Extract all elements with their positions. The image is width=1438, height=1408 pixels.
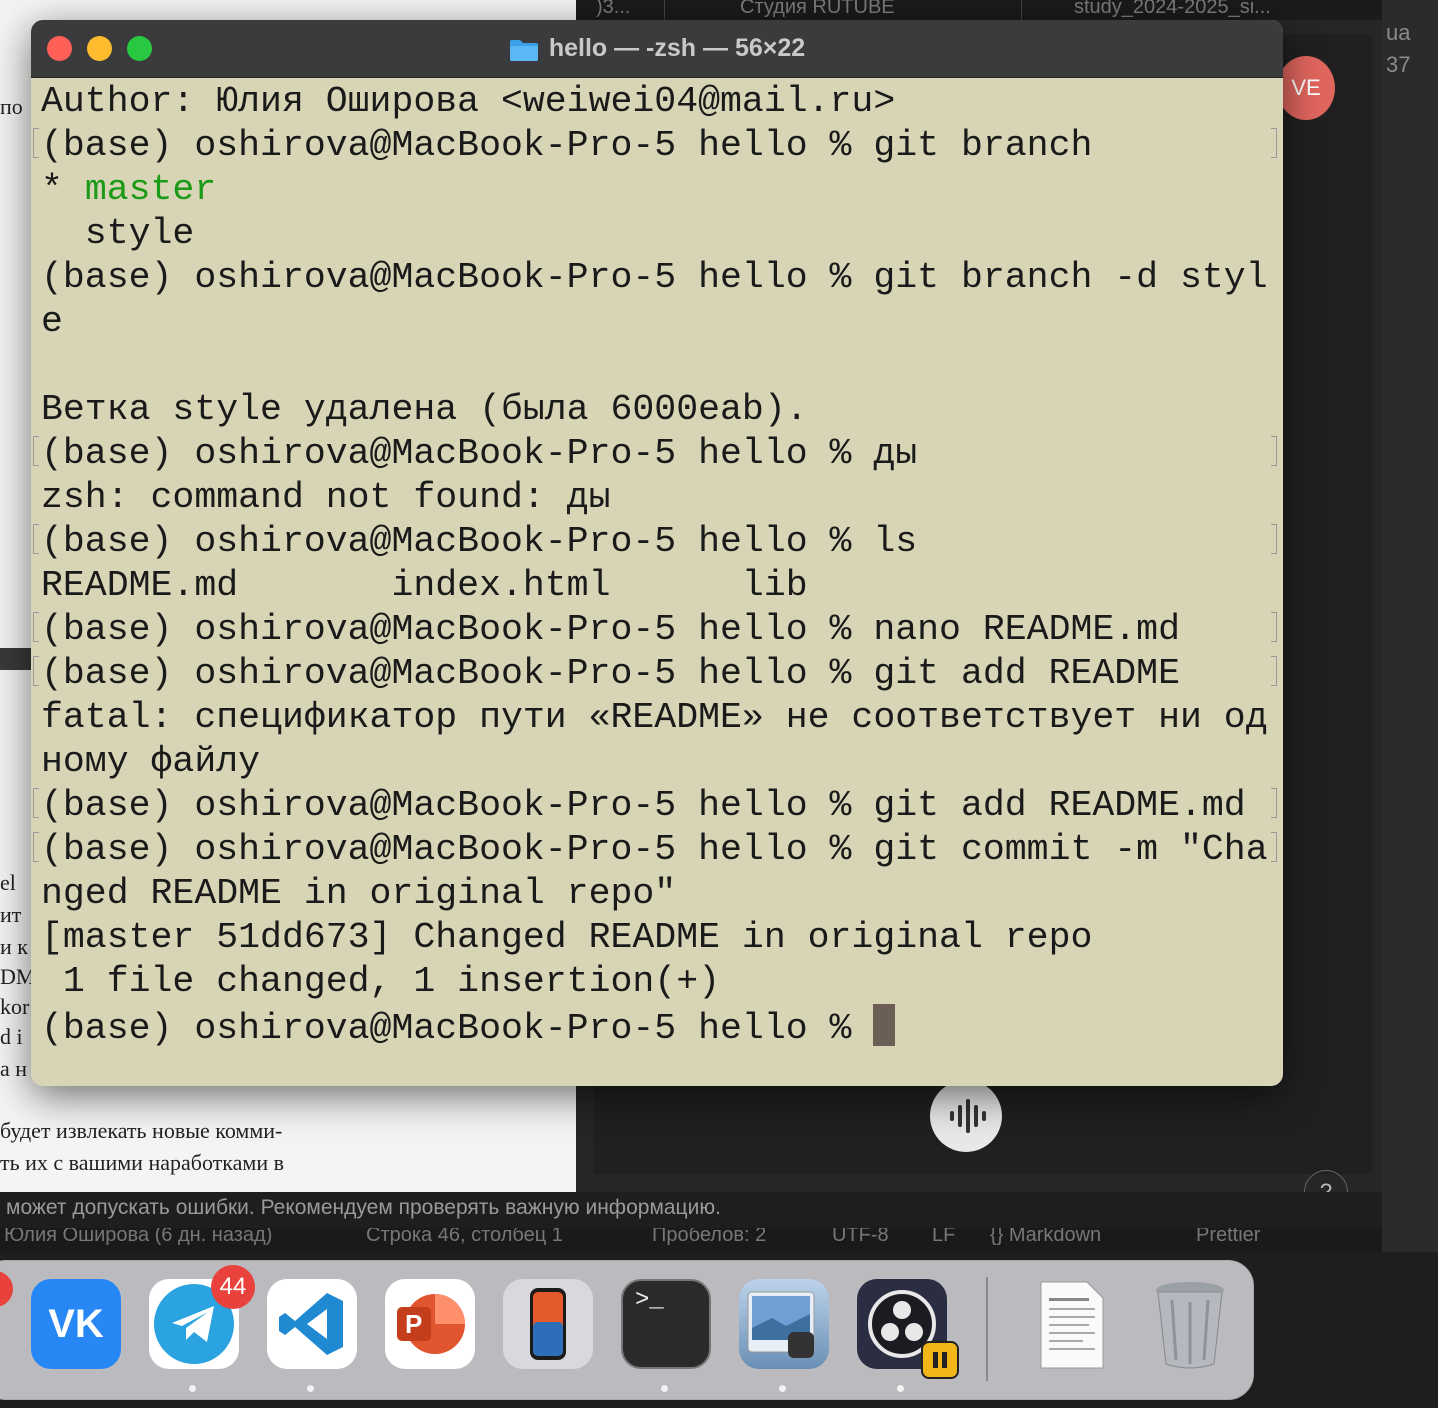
dock-document[interactable]: [1027, 1279, 1117, 1369]
browser-tab-github[interactable]: study_2024-2025_si...: [1074, 0, 1271, 19]
terminal-title-text: hello — -zsh — 56×22: [548, 34, 806, 62]
dock: VK 44 P >_: [0, 1260, 1254, 1400]
running-indicator: [779, 1385, 786, 1392]
partial-badge: [0, 1271, 13, 1307]
tab-separator: [664, 0, 665, 20]
status-encoding[interactable]: UTF-8: [832, 1228, 889, 1245]
running-indicator: [897, 1385, 904, 1392]
terminal-line: style: [41, 213, 195, 254]
edge-text: 37: [1386, 52, 1411, 77]
document-icon: [1040, 1281, 1104, 1369]
status-spaces[interactable]: Пробелов: 2: [652, 1228, 766, 1245]
doc-text-line: ть их с вашими наработками в: [0, 1150, 284, 1175]
dock-trash[interactable]: [1145, 1279, 1235, 1369]
running-indicator: [307, 1385, 314, 1392]
terminal-line: e: [41, 301, 63, 342]
text-cursor: [873, 1004, 896, 1046]
trash-icon: [1156, 1282, 1224, 1369]
doc-fragment: el: [0, 870, 16, 895]
browser-tab-rutube[interactable]: Студия RUTUBE: [740, 0, 895, 19]
terminal-title: hello — -zsh — 56×22: [31, 20, 1283, 77]
terminal-line: * master: [41, 169, 217, 210]
terminal-line: zsh: command not found: ды: [41, 477, 611, 518]
waveform-icon: [950, 1099, 986, 1133]
status-position[interactable]: Строка 46, столбец 1: [366, 1228, 563, 1245]
dock-preview[interactable]: [739, 1279, 829, 1369]
dock-vscode[interactable]: [267, 1279, 357, 1369]
voice-input-button[interactable]: [930, 1080, 1002, 1152]
terminal-line: (base) oshirova@MacBook-Pro-5 hello % ды: [33, 432, 1277, 476]
vscode-icon: [279, 1293, 343, 1355]
terminal-prompt-line[interactable]: (base) oshirova@MacBook-Pro-5 hello %: [41, 1004, 1273, 1049]
editor-status-bar: Юлия Оширова (6 дн. назад) Строка 46, ст…: [0, 1228, 1382, 1252]
terminal-line: Author: Юлия Оширова <weiwei04@mail.ru>: [41, 81, 896, 122]
tab-separator: [1021, 0, 1022, 20]
terminal-line: nged README in original repo": [41, 873, 677, 914]
terminal-line: README.md index.html lib: [41, 565, 808, 606]
running-indicator: [189, 1385, 196, 1392]
doc-fragment: d i: [0, 1024, 23, 1049]
folder-icon: [509, 38, 539, 61]
status-language[interactable]: {} Markdown: [990, 1228, 1101, 1245]
doc-fragment: по: [0, 94, 23, 119]
terminal-line: (base) oshirova@MacBook-Pro-5 hello % ls: [33, 520, 1277, 564]
dock-iphone-mirroring[interactable]: [503, 1279, 593, 1369]
status-author: Юлия Оширова (6 дн. назад): [4, 1228, 273, 1246]
terminal-output[interactable]: Author: Юлия Оширова <weiwei04@mail.ru> …: [33, 80, 1277, 1049]
dock-telegram[interactable]: 44: [149, 1265, 255, 1369]
dock-obs[interactable]: [857, 1279, 959, 1379]
avatar[interactable]: VE: [1277, 56, 1335, 120]
terminal-icon: >_: [635, 1287, 664, 1314]
terminal-line: (base) oshirova@MacBook-Pro-5 hello % gi…: [33, 784, 1277, 828]
status-prettier[interactable]: Prettier: [1196, 1228, 1260, 1245]
dock-separator: [986, 1277, 988, 1381]
terminal-line: [master 51dd673] Changed README in origi…: [41, 917, 1093, 958]
terminal-line: Ветка style удалена (была 6000eab).: [41, 389, 808, 430]
terminal-titlebar[interactable]: hello — -zsh — 56×22: [31, 20, 1283, 78]
svg-text:P: P: [405, 1309, 422, 1339]
notification-badge: 44: [211, 1265, 255, 1309]
pause-icon: [921, 1341, 959, 1379]
doc-fragment: а н: [0, 1056, 28, 1081]
browser-tab[interactable]: )3...: [596, 0, 630, 19]
dock-powerpoint[interactable]: P: [385, 1279, 475, 1369]
edge-text: ua: [1386, 20, 1411, 45]
iphone-icon: [530, 1288, 566, 1360]
doc-text-line: будет извлекать новые комми-: [0, 1118, 283, 1143]
status-eol[interactable]: LF: [932, 1228, 955, 1245]
terminal-line: (base) oshirova@MacBook-Pro-5 hello % gi…: [33, 124, 1277, 168]
terminal-line: (base) oshirova@MacBook-Pro-5 hello % na…: [33, 608, 1277, 652]
current-branch: master: [84, 169, 217, 210]
terminal-line: fatal: спецификатор пути «README» не соо…: [41, 697, 1268, 738]
powerpoint-icon: P: [397, 1294, 465, 1354]
dock-vk[interactable]: VK: [31, 1279, 121, 1369]
running-indicator: [661, 1385, 668, 1392]
vk-icon: VK: [48, 1301, 104, 1346]
background-window-edge: ua 37: [1382, 0, 1438, 1252]
preview-icon: [747, 1291, 815, 1358]
doc-fragment: kor: [0, 994, 30, 1019]
dock-terminal[interactable]: >_: [621, 1279, 711, 1369]
terminal-line: ному файлу: [41, 741, 261, 782]
doc-fragment: ит: [0, 902, 22, 927]
terminal-line: (base) oshirova@MacBook-Pro-5 hello % gi…: [33, 828, 1277, 872]
tab-bar: )3... Студия RUTUBE study_2024-2025_si..…: [576, 0, 1382, 20]
doc-fragment: и к: [0, 934, 28, 959]
disclaimer-text: может допускать ошибки. Рекомендуем пров…: [0, 1192, 1382, 1228]
terminal-line: 1 file changed, 1 insertion(+): [41, 961, 721, 1002]
terminal-window[interactable]: hello — -zsh — 56×22 Author: Юлия Оширов…: [31, 20, 1283, 1086]
terminal-line: (base) oshirova@MacBook-Pro-5 hello % gi…: [41, 257, 1268, 298]
terminal-line: (base) oshirova@MacBook-Pro-5 hello % gi…: [33, 652, 1277, 696]
